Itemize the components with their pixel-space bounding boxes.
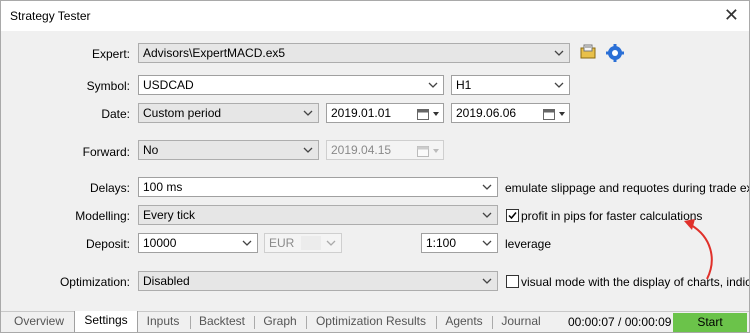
chevron-down-icon <box>482 180 492 194</box>
forward-date-value: 2019.04.15 <box>331 143 392 157</box>
window-title: Strategy Tester <box>10 9 91 23</box>
symbol-select[interactable]: USDCAD <box>138 75 444 95</box>
date-to-picker[interactable]: 2019.06.06 <box>451 103 570 123</box>
chevron-down-icon <box>482 208 492 222</box>
chevron-down-icon <box>326 236 336 250</box>
timeframe-value: H1 <box>456 78 472 92</box>
tab-separator <box>306 316 307 329</box>
date-label: Date: <box>101 107 130 121</box>
leverage-label: leverage <box>505 237 552 251</box>
delays-note: emulate slippage and requotes during tra… <box>505 181 749 195</box>
tab-separator <box>254 316 255 329</box>
symbol-value: USDCAD <box>143 78 194 92</box>
forward-select[interactable]: No <box>138 140 319 160</box>
tab-agents[interactable]: Agents <box>439 312 489 332</box>
dropdown-arrow-icon <box>433 149 439 153</box>
profit-in-pips-checkbox[interactable] <box>506 209 519 222</box>
checkmark-icon <box>508 212 517 220</box>
currency-select: EUR <box>264 233 342 253</box>
optimization-label: Optimization: <box>59 275 130 289</box>
tab-separator <box>190 316 191 329</box>
date-from-value: 2019.01.01 <box>331 106 392 120</box>
tab-backtest[interactable]: Backtest <box>193 312 251 332</box>
date-mode-select[interactable]: Custom period <box>138 103 319 123</box>
timeframe-select[interactable]: H1 <box>451 75 570 95</box>
optimization-select[interactable]: Disabled <box>138 271 498 291</box>
modelling-value: Every tick <box>143 208 196 222</box>
tab-inputs[interactable]: Inputs <box>139 312 187 332</box>
tab-separator <box>436 316 437 329</box>
title-bar: Strategy Tester ✕ <box>1 1 749 31</box>
chevron-down-icon <box>303 106 313 120</box>
visual-mode-checkbox[interactable] <box>506 275 519 288</box>
forward-date-picker: 2019.04.15 <box>326 140 444 160</box>
close-icon[interactable]: ✕ <box>724 5 739 26</box>
forward-label: Forward: <box>82 145 130 159</box>
date-from-picker[interactable]: 2019.01.01 <box>326 103 444 123</box>
chevron-down-icon <box>482 236 492 250</box>
tab-settings[interactable]: Settings <box>74 311 138 332</box>
date-mode-value: Custom period <box>143 106 222 120</box>
calendar-icon <box>543 107 555 120</box>
deposit-label: Deposit: <box>85 237 130 251</box>
visual-mode-label: visual mode with the display of charts, … <box>521 275 750 289</box>
strategy-tester-window: Strategy Tester ✕ Expert: Advisors\Exper… <box>0 0 750 333</box>
start-button[interactable]: Start <box>673 313 747 332</box>
leverage-select[interactable]: 1:100 <box>421 233 498 253</box>
date-to-value: 2019.06.06 <box>456 106 517 120</box>
forward-value: No <box>143 143 159 157</box>
leverage-value: 1:100 <box>426 236 457 250</box>
calendar-icon <box>417 107 429 120</box>
chevron-down-icon <box>428 78 438 92</box>
settings-panel: Expert: Advisors\ExpertMACD.ex5 Symbol: … <box>1 31 749 311</box>
tab-journal[interactable]: Journal <box>495 312 547 332</box>
modelling-select[interactable]: Every tick <box>138 205 498 225</box>
chevron-down-icon <box>242 236 252 250</box>
deposit-select[interactable]: 10000 <box>138 233 258 253</box>
chevron-down-icon <box>554 78 564 92</box>
tab-optimization-results[interactable]: Optimization Results <box>309 312 433 332</box>
delays-select[interactable]: 100 ms <box>138 177 498 197</box>
delays-value: 100 ms <box>143 180 183 194</box>
optimization-value: Disabled <box>143 274 190 288</box>
currency-value: EUR <box>269 236 295 250</box>
elapsed-timer: 00:00:07 / 00:00:09 <box>568 315 672 329</box>
expert-label: Expert: <box>91 47 130 61</box>
settings-gear-icon[interactable] <box>605 43 625 63</box>
tab-overview[interactable]: Overview <box>7 312 71 332</box>
expert-value: Advisors\ExpertMACD.ex5 <box>143 46 286 60</box>
modelling-label: Modelling: <box>75 209 130 223</box>
deposit-value: 10000 <box>143 236 177 250</box>
expert-select[interactable]: Advisors\ExpertMACD.ex5 <box>138 43 570 63</box>
dropdown-arrow-icon <box>559 112 565 116</box>
tab-separator <box>492 316 493 329</box>
chevron-down-icon <box>482 274 492 288</box>
chevron-down-icon <box>554 46 564 60</box>
profit-in-pips-label: profit in pips for faster calculations <box>521 209 703 223</box>
symbol-label: Symbol: <box>86 79 130 93</box>
open-expert-icon[interactable] <box>578 43 598 63</box>
dropdown-arrow-icon <box>433 112 439 116</box>
chevron-down-icon <box>303 143 313 157</box>
calendar-icon <box>417 144 429 157</box>
tab-graph[interactable]: Graph <box>257 312 303 332</box>
tab-bar: Overview Settings Inputs Backtest Graph … <box>1 311 749 332</box>
delays-label: Delays: <box>89 181 130 195</box>
